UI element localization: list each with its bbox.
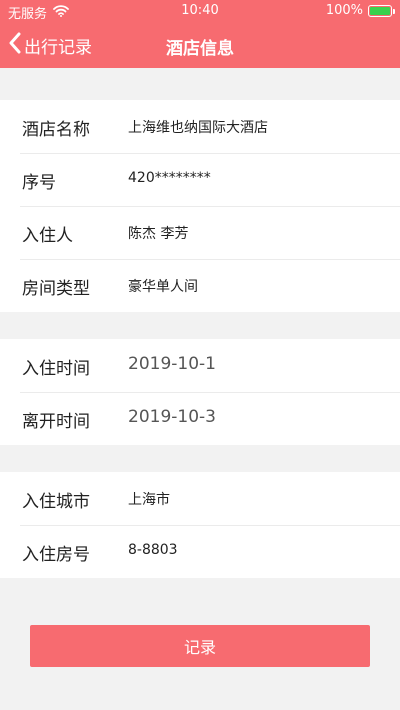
row-hotel-name: 酒店名称 上海维也纳国际大酒店	[0, 100, 400, 153]
row-checkout-date: 离开时间 2019-10-3	[0, 392, 400, 445]
location-section: 入住城市 上海市 入住房号 8-8803	[0, 472, 400, 578]
room-type-value: 豪华单人间	[128, 279, 198, 295]
battery-percent: 100%	[325, 3, 363, 18]
hotel-info-screen: 无服务 10:40 100% 出行记录 酒店信息 酒店名称 上海维也纳国际大酒店…	[0, 0, 400, 710]
city-label: 入住城市	[22, 492, 90, 512]
hotel-name-label: 酒店名称	[22, 120, 90, 140]
room-number-label: 入住房号	[22, 545, 90, 565]
page-title: 酒店信息	[166, 39, 234, 59]
battery-fill	[370, 6, 390, 15]
room-type-label: 房间类型	[22, 279, 90, 299]
row-room-type: 房间类型 豪华单人间	[0, 259, 400, 312]
checkout-date-value: 2019-10-3	[128, 407, 216, 427]
checkin-date-label: 入住时间	[22, 359, 90, 379]
row-city: 入住城市 上海市	[0, 472, 400, 525]
status-right: 100%	[325, 3, 395, 18]
hotel-basic-section: 酒店名称 上海维也纳国际大酒店 序号 420******** 入住人 陈杰 李芳…	[0, 100, 400, 312]
row-checkin-date: 入住时间 2019-10-1	[0, 339, 400, 392]
hotel-name-value: 上海维也纳国际大酒店	[128, 120, 268, 136]
serial-number-label: 序号	[22, 173, 56, 193]
checkout-date-label: 离开时间	[22, 412, 90, 432]
room-number-value: 8-8803	[128, 542, 178, 558]
header: 无服务 10:40 100% 出行记录 酒店信息	[0, 0, 400, 68]
record-button[interactable]: 记录	[30, 625, 370, 667]
battery-tip	[393, 8, 395, 14]
status-bar: 无服务 10:40 100%	[0, 0, 400, 22]
checkin-date-value: 2019-10-1	[128, 354, 216, 374]
nav-bar: 出行记录 酒店信息	[0, 22, 400, 68]
row-serial-number: 序号 420********	[0, 153, 400, 206]
battery-icon	[368, 4, 395, 17]
row-guests: 入住人 陈杰 李芳	[0, 206, 400, 259]
row-room-number: 入住房号 8-8803	[0, 525, 400, 578]
serial-number-value: 420********	[128, 170, 211, 186]
stay-dates-section: 入住时间 2019-10-1 离开时间 2019-10-3	[0, 339, 400, 445]
city-value: 上海市	[128, 492, 170, 508]
guests-value: 陈杰 李芳	[128, 226, 189, 242]
guests-label: 入住人	[22, 226, 73, 246]
